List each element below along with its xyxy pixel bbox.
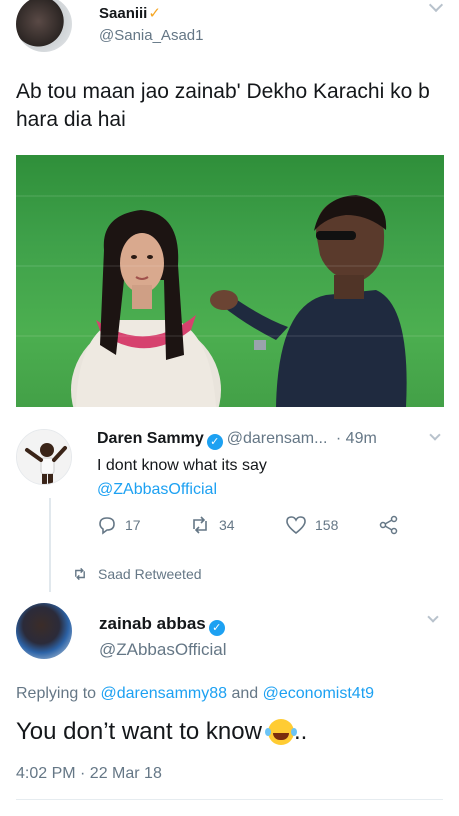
avatar[interactable] (16, 603, 72, 659)
tweet-text-suffix: .. (293, 718, 308, 745)
laughing-emoji-icon (264, 719, 294, 745)
quote-text-line: I dont know what its say (97, 457, 267, 474)
thread-line (49, 498, 51, 592)
display-name-text: Saaniii (99, 5, 148, 22)
user-handle[interactable]: @Sania_Asad1 (99, 27, 203, 44)
tweet-time: · 49m (335, 430, 377, 447)
chevron-down-icon[interactable] (429, 429, 441, 441)
avatar[interactable] (16, 429, 72, 485)
divider (16, 799, 443, 800)
name-checkmark: ✓ (148, 5, 161, 22)
verified-badge-icon: ✓ (206, 434, 223, 450)
tweet-text-body: You don’t want to know (16, 718, 262, 745)
photo-scene (71, 195, 407, 407)
chevron-down-icon[interactable] (427, 611, 439, 623)
original-tweet: Saaniii✓ @Sania_Asad1 Ab tou maan jao za… (0, 0, 459, 420)
quote-header: Daren Sammy ✓ @darensam... · 49m (97, 430, 377, 450)
share-icon (379, 515, 398, 535)
retweet-button[interactable]: 34 (189, 515, 235, 535)
reply-count: 17 (125, 517, 141, 533)
like-button[interactable]: 158 (285, 515, 338, 535)
mention-link[interactable]: @ZAbbasOfficial (97, 478, 267, 502)
tweet-timestamp[interactable]: 4:02 PM · 22 Mar 18 (16, 765, 162, 783)
display-name[interactable]: zainab abbas (99, 614, 206, 633)
mention-link[interactable]: @darensammy88 (101, 685, 228, 702)
avatar[interactable] (16, 0, 72, 52)
display-name[interactable]: Daren Sammy (97, 430, 204, 447)
replying-and: and (231, 685, 259, 702)
replying-prefix: Replying to (16, 685, 97, 702)
reply-icon (99, 517, 115, 535)
share-button[interactable] (379, 515, 407, 535)
verified-badge-icon: ✓ (208, 620, 225, 636)
chevron-down-icon[interactable] (428, 0, 444, 13)
like-count: 158 (315, 517, 339, 533)
retweeted-text: Saad Retweeted (98, 566, 202, 582)
like-icon (286, 516, 306, 535)
retweet-icon (75, 567, 85, 581)
tweet-text: Ab tou maan jao zainab' Dekho Karachi ko… (16, 80, 430, 131)
user-handle[interactable]: @ZAbbasOfficial (99, 640, 227, 660)
user-handle[interactable]: @darensam... (227, 430, 328, 447)
avatar-figure (17, 430, 71, 484)
tweet-photo[interactable] (16, 155, 444, 407)
reply-tweet: zainab abbas ✓ @ZAbbasOfficial Replying t… (0, 595, 459, 816)
retweeted-banner[interactable]: Saad Retweeted (72, 566, 202, 582)
retweet-icon (193, 516, 207, 534)
reply-header: zainab abbas ✓ (99, 614, 225, 636)
action-bar: 17 34 158 (97, 515, 417, 537)
quoted-tweet[interactable]: Daren Sammy ✓ @darensam... · 49m I dont kn… (0, 407, 459, 552)
tweet-text: You don’t want to know .. (16, 718, 307, 746)
mention-link[interactable]: @economist4t9 (263, 685, 374, 702)
reply-button[interactable]: 17 (97, 515, 141, 535)
quote-text: I dont know what its say @ZAbbasOfficial (97, 454, 267, 502)
retweet-count: 34 (219, 517, 235, 533)
replying-to: Replying to @darensammy88 and @economist… (16, 685, 374, 703)
display-name[interactable]: Saaniii✓ (99, 4, 161, 22)
